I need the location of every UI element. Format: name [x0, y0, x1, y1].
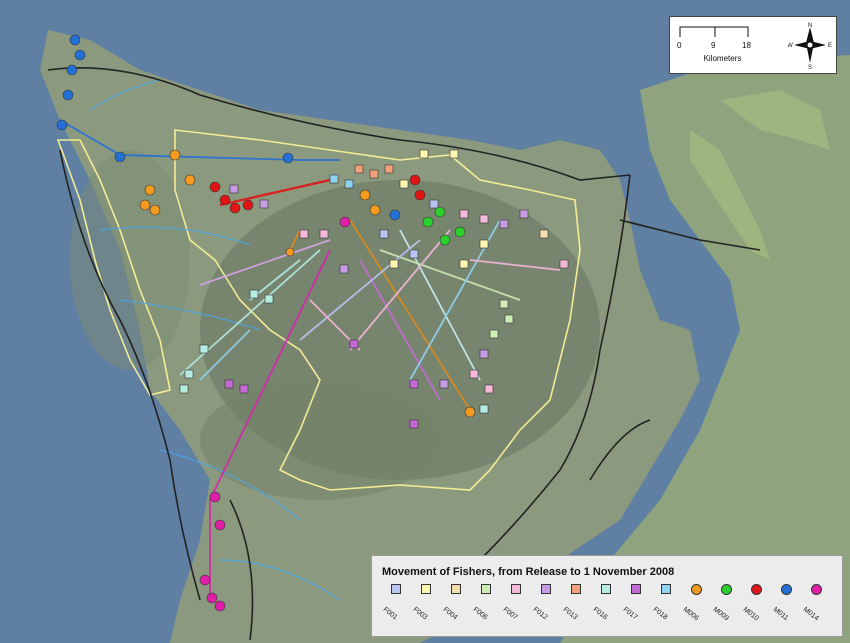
square-marker-icon: [661, 584, 671, 594]
legend-item: F007: [501, 584, 530, 630]
legend-label: F018: [651, 606, 669, 622]
legend-item: M006: [681, 584, 710, 630]
square-marker-icon: [391, 584, 401, 594]
square-marker-icon: [601, 584, 611, 594]
square-marker-icon: [571, 584, 581, 594]
square-marker-icon: [631, 584, 641, 594]
legend-label: F013: [561, 606, 579, 622]
legend-item: M014: [801, 584, 830, 630]
legend-label: F016: [591, 606, 609, 622]
circle-marker-icon: [721, 584, 732, 595]
legend-item: F017: [621, 584, 650, 630]
legend-label: M006: [681, 606, 700, 623]
legend-item: M011: [771, 584, 800, 630]
scale-bar-box: 0 9 18 Kilometers N S E W: [669, 16, 837, 74]
legend-label: M010: [741, 606, 760, 623]
legend-label: F004: [441, 606, 459, 622]
legend-label: M011: [771, 606, 790, 622]
legend-label: F012: [531, 606, 549, 622]
legend-label: F001: [381, 606, 399, 622]
fisher-movement-map: [0, 0, 850, 643]
legend-label: F017: [621, 606, 639, 622]
square-marker-icon: [541, 584, 551, 594]
legend-item: F004: [441, 584, 470, 630]
legend-item: M009: [711, 584, 740, 630]
circle-marker-icon: [751, 584, 762, 595]
legend-item: F018: [651, 584, 680, 630]
legend-label: F006: [471, 606, 489, 622]
legend-item: F003: [411, 584, 440, 630]
legend-item: F012: [531, 584, 560, 630]
scale-unit: Kilometers: [703, 54, 742, 63]
legend-item: F016: [591, 584, 620, 630]
square-marker-icon: [511, 584, 521, 594]
legend: Movement of Fishers, from Release to 1 N…: [371, 555, 843, 637]
north-label: N: [808, 23, 812, 29]
south-label: S: [808, 65, 812, 69]
legend-title: Movement of Fishers, from Release to 1 N…: [382, 566, 675, 578]
scale-tick-9: 9: [711, 41, 716, 50]
mountain-shading: [200, 380, 440, 500]
square-marker-icon: [481, 584, 491, 594]
square-marker-icon: [421, 584, 431, 594]
legend-label: M009: [711, 606, 730, 623]
circle-marker-icon: [811, 584, 822, 595]
legend-label: M014: [801, 606, 820, 623]
square-marker-icon: [451, 584, 461, 594]
circle-marker-icon: [691, 584, 702, 595]
legend-label: F003: [411, 606, 429, 622]
legend-item: M010: [741, 584, 770, 630]
circle-marker-icon: [781, 584, 792, 595]
north-arrow-icon: N S E W: [788, 23, 832, 69]
east-label: E: [828, 43, 832, 49]
scale-tick-18: 18: [742, 41, 751, 50]
legend-item: F006: [471, 584, 500, 630]
scale-tick-0: 0: [677, 41, 682, 50]
west-label: W: [788, 43, 793, 49]
legend-item: F001: [381, 584, 410, 630]
legend-item: F013: [561, 584, 590, 630]
legend-label: F007: [501, 606, 519, 622]
scale-bar: [679, 26, 749, 37]
